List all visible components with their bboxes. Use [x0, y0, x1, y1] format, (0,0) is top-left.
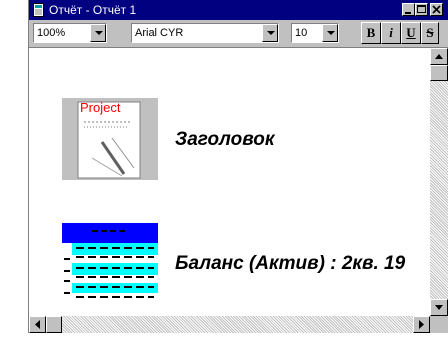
vertical-scrollbar[interactable] [430, 48, 448, 316]
maximize-button[interactable] [415, 3, 428, 16]
strikethrough-button[interactable]: S [421, 22, 439, 44]
report-content-area: Project Заголовок Баланс (Актив): 2кв. … [29, 48, 430, 316]
scrollbar-corner [430, 316, 448, 333]
underline-button[interactable]: U [401, 22, 421, 44]
font-select[interactable]: Arial CYR [131, 23, 279, 43]
scroll-left-button[interactable] [29, 316, 46, 333]
zoom-select[interactable]: 100% [33, 23, 107, 43]
font-size-select[interactable]: 10 [291, 23, 339, 43]
chevron-down-icon[interactable] [90, 24, 106, 42]
zoom-value: 100% [37, 27, 66, 39]
window-title: Отчёт - Отчёт 1 [49, 3, 137, 17]
title-bar[interactable]: Отчёт - Отчёт 1 [29, 0, 448, 20]
font-value: Arial CYR [135, 27, 184, 39]
font-size-value: 10 [295, 27, 308, 39]
bold-button[interactable]: B [361, 22, 381, 44]
italic-button[interactable]: i [381, 22, 401, 44]
close-icon [432, 5, 441, 14]
scroll-up-button[interactable] [430, 48, 448, 65]
arrow-left-icon [35, 320, 40, 329]
horizontal-scrollbar[interactable] [29, 316, 430, 333]
chevron-down-icon[interactable] [322, 24, 338, 42]
vertical-scroll-thumb[interactable] [430, 65, 448, 81]
format-toolbar: 100% Arial CYR 10 B i U S [29, 20, 448, 48]
balance-item-label[interactable]: Баланс (Актив) : 2кв. 19 [175, 253, 405, 275]
maximize-icon [417, 5, 426, 13]
balance-table-thumbnail[interactable] [62, 223, 158, 305]
title-page-thumbnail[interactable]: Project [62, 98, 158, 180]
minimize-icon [405, 12, 411, 14]
arrow-up-icon [435, 54, 443, 59]
report-window: Отчёт - Отчёт 1 100% Arial CYR 10 B i U … [28, 0, 448, 333]
arrow-right-icon [419, 320, 424, 329]
thumbnail-caption: Project [80, 100, 121, 115]
document-icon [33, 3, 44, 17]
horizontal-scroll-thumb[interactable] [46, 316, 62, 333]
scroll-right-button[interactable] [413, 316, 430, 333]
heading-item-label[interactable]: Заголовок [175, 129, 274, 151]
scroll-down-button[interactable] [430, 299, 448, 316]
chevron-down-icon[interactable] [262, 24, 278, 42]
arrow-down-icon [435, 305, 443, 310]
minimize-button[interactable] [402, 3, 415, 16]
close-button[interactable] [430, 3, 443, 16]
